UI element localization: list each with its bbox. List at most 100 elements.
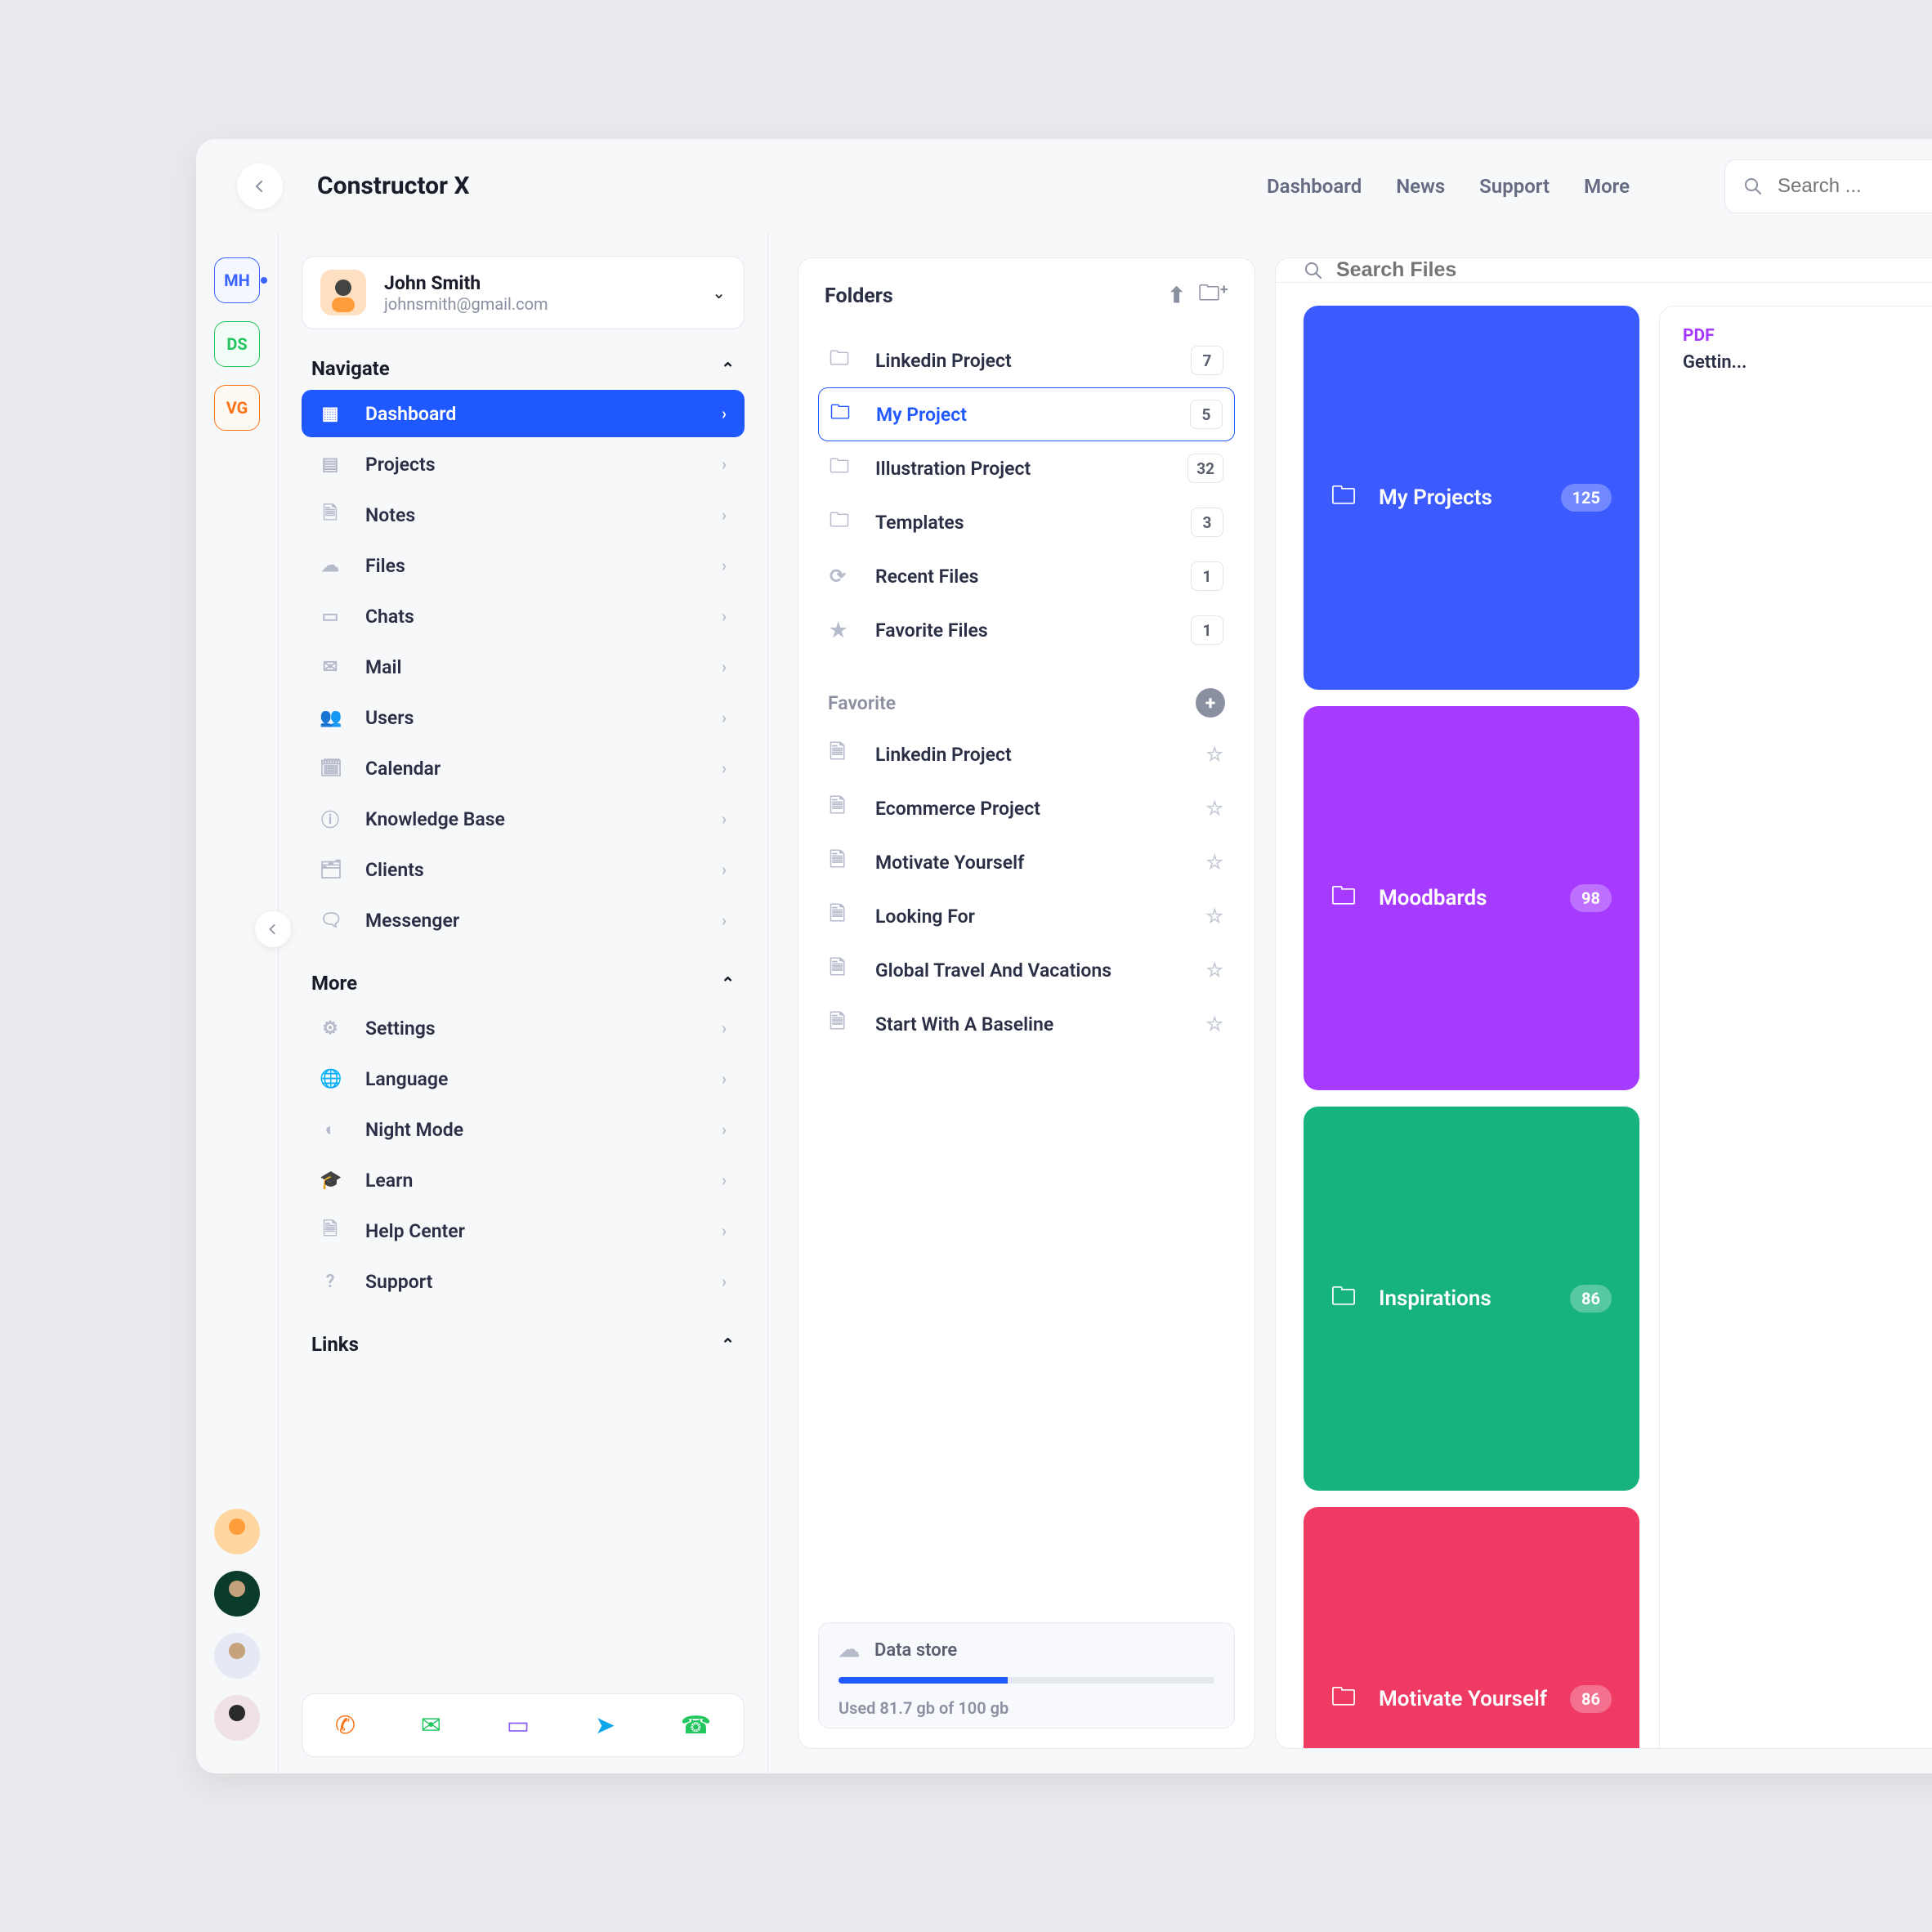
book-icon[interactable]: ▭	[507, 1711, 530, 1740]
folder-count: 3	[1191, 508, 1223, 537]
sidebar-item-calendar[interactable]: 🗓Calendar›	[302, 745, 745, 792]
mail-icon[interactable]: ✉	[421, 1711, 441, 1740]
folder-row[interactable]: 🗀Illustration Project32	[818, 441, 1235, 495]
phone-icon[interactable]: ✆	[335, 1711, 356, 1740]
sidebar-item-settings[interactable]: ⚙Settings›	[302, 1004, 745, 1052]
datastore-card[interactable]: ☁Data store Used 81.7 gb of 100 gb	[818, 1622, 1235, 1729]
sidebar-item-learn[interactable]: 🎓Learn›	[302, 1156, 745, 1204]
folder-name: Templates	[875, 512, 964, 534]
folder-row[interactable]: ★Favorite Files1	[818, 603, 1235, 657]
nav-icon: ▭	[320, 606, 341, 627]
avatar	[320, 270, 366, 315]
file-title: Gettin...	[1683, 352, 1932, 373]
chevron-right-icon: ›	[722, 910, 727, 930]
favorite-row[interactable]: 🗎Linkedin Project☆	[798, 727, 1254, 781]
folder-icon: 🗀	[1331, 878, 1356, 919]
topnav-dashboard[interactable]: Dashboard	[1267, 175, 1362, 198]
send-icon[interactable]: ➤	[595, 1711, 615, 1740]
sidebar-item-night-mode[interactable]: ◐Night Mode›	[302, 1106, 745, 1153]
workspace-chip[interactable]: VG	[214, 385, 260, 431]
folder-icon: ⟳	[830, 565, 852, 588]
global-search[interactable]: ⌘L	[1724, 159, 1932, 213]
collection-card[interactable]: 🗀Inspirations86	[1304, 1107, 1639, 1491]
sidebar-item-mail[interactable]: ✉Mail›	[302, 643, 745, 691]
nav-label: Files	[365, 555, 405, 577]
sidebar-item-chats[interactable]: ▭Chats›	[302, 593, 745, 640]
avatar[interactable]	[214, 1695, 260, 1741]
folder-row[interactable]: 🗀Templates3	[818, 495, 1235, 549]
add-favorite-button[interactable]: +	[1196, 688, 1225, 718]
files-search-input[interactable]	[1336, 258, 1610, 282]
favorite-row[interactable]: 🗎Motivate Yourself☆	[798, 835, 1254, 889]
chevron-right-icon: ›	[722, 606, 727, 626]
nav-section-navigate[interactable]: Navigate ⌃	[311, 357, 735, 380]
nav-icon: ◐	[320, 1119, 341, 1140]
avatar[interactable]	[214, 1633, 260, 1679]
star-icon[interactable]: ☆	[1205, 905, 1223, 928]
nav-label: Calendar	[365, 758, 441, 780]
sidebar-item-help-center[interactable]: 🗎Help Center›	[302, 1207, 745, 1254]
nav-icon: ⚙	[320, 1018, 341, 1039]
star-icon[interactable]: ☆	[1205, 1013, 1223, 1035]
nav-icon: ☁	[320, 556, 341, 576]
sidebar-item-language[interactable]: 🌐Language›	[302, 1055, 745, 1102]
folder-count: 32	[1187, 454, 1223, 483]
collection-card[interactable]: 🗀My Projects125	[1304, 306, 1639, 690]
collapse-sidebar-button[interactable]	[255, 911, 291, 947]
new-folder-icon[interactable]: 🗀⁺	[1199, 278, 1229, 314]
pending-file-card[interactable]: PDF Gettin...	[1659, 306, 1932, 1749]
topnav-more[interactable]: More	[1584, 175, 1630, 198]
favorite-row[interactable]: 🗎Start With A Baseline☆	[798, 997, 1254, 1051]
sidebar-item-files[interactable]: ☁Files›	[302, 542, 745, 589]
folder-name: Linkedin Project	[875, 350, 1012, 372]
folder-row[interactable]: 🗀Linkedin Project7	[818, 333, 1235, 387]
favorite-row[interactable]: 🗎Ecommerce Project☆	[798, 781, 1254, 835]
chevron-right-icon: ›	[722, 708, 727, 727]
nav-section-more[interactable]: More ⌃	[311, 972, 735, 995]
star-icon[interactable]: ☆	[1205, 743, 1223, 766]
sidebar-item-knowledge-base[interactable]: ⓘKnowledge Base›	[302, 795, 745, 843]
collection-card[interactable]: 🗀Motivate Yourself86	[1304, 1507, 1639, 1749]
sidebar-item-clients[interactable]: 🗂Clients›	[302, 846, 745, 893]
workspace-chip[interactable]: MH	[214, 257, 260, 303]
chevron-up-icon: ⌃	[721, 973, 735, 993]
nav-icon: ▤	[320, 454, 341, 475]
sidebar: John Smith johnsmith@gmail.com ⌄ Navigat…	[278, 233, 768, 1773]
collection-name: Motivate Yourself	[1379, 1687, 1547, 1711]
brand-title: Constructor X	[317, 172, 470, 200]
folder-icon: 🗀	[1331, 1679, 1356, 1720]
search-input[interactable]	[1778, 175, 1932, 198]
avatar[interactable]	[214, 1571, 260, 1617]
user-card[interactable]: John Smith johnsmith@gmail.com ⌄	[302, 256, 745, 329]
favorite-row[interactable]: 🗎Global Travel And Vacations☆	[798, 943, 1254, 997]
whatsapp-icon[interactable]: ☎	[681, 1711, 711, 1740]
nav-section-links[interactable]: Links ⌃	[311, 1333, 735, 1356]
upload-icon[interactable]: ⬆	[1168, 284, 1186, 308]
nav-icon: ⓘ	[320, 806, 341, 832]
sidebar-item-dashboard[interactable]: ▦Dashboard›	[302, 390, 745, 437]
favorite-name: Looking For	[875, 906, 975, 928]
workspace-chip[interactable]: DS	[214, 321, 260, 367]
topnav-news[interactable]: News	[1396, 175, 1445, 198]
sidebar-item-notes[interactable]: 🗎Notes›	[302, 491, 745, 539]
file-icon: 🗎	[830, 900, 852, 933]
back-button[interactable]	[237, 163, 283, 209]
chevron-right-icon: ›	[722, 454, 727, 474]
nav-icon: ▦	[320, 404, 341, 424]
sidebar-item-projects[interactable]: ▤Projects›	[302, 441, 745, 488]
folder-name: Favorite Files	[875, 619, 988, 642]
folder-row[interactable]: ⟳Recent Files1	[818, 549, 1235, 603]
sidebar-item-messenger[interactable]: 🗨Messenger›	[302, 897, 745, 944]
favorite-name: Global Travel And Vacations	[875, 959, 1111, 982]
star-icon[interactable]: ☆	[1205, 959, 1223, 982]
favorite-row[interactable]: 🗎 Looking For ☆	[798, 889, 1254, 943]
sidebar-item-support[interactable]: ?Support›	[302, 1258, 745, 1305]
folder-row[interactable]: 🗀My Project5	[818, 387, 1235, 441]
favorite-name: Start With A Baseline	[875, 1013, 1053, 1035]
topnav-support[interactable]: Support	[1479, 175, 1550, 198]
avatar[interactable]	[214, 1509, 260, 1554]
sidebar-item-users[interactable]: 👥Users›	[302, 694, 745, 741]
star-icon[interactable]: ☆	[1205, 851, 1223, 874]
collection-card[interactable]: 🗀Moodbards98	[1304, 706, 1639, 1090]
star-icon[interactable]: ☆	[1205, 797, 1223, 820]
